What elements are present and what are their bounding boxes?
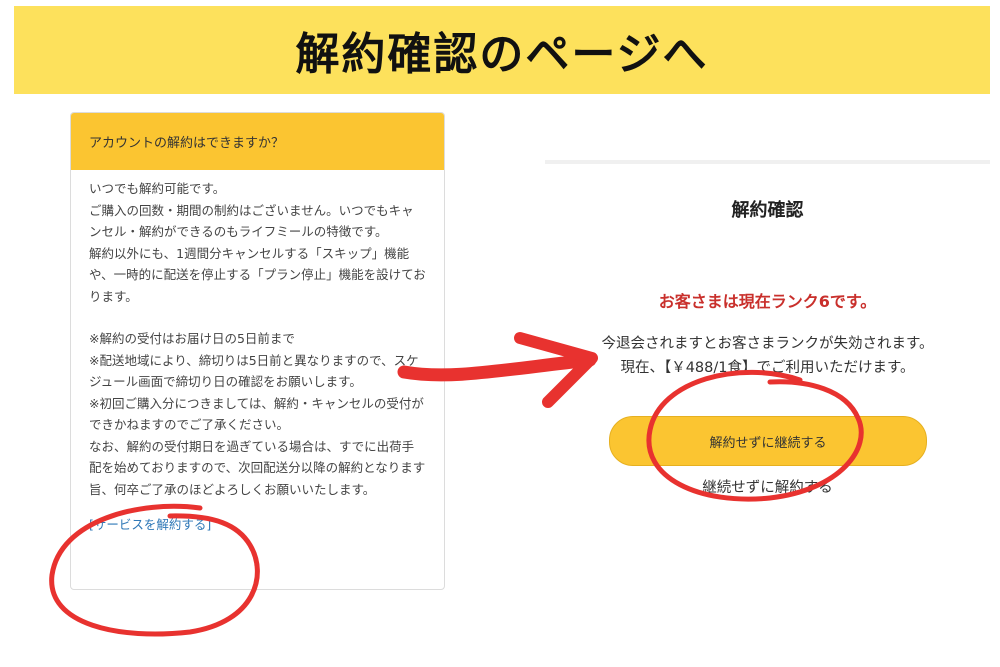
faq-paragraph-1: いつでも解約可能です。 ご購入の回数・期間の制約はございません。いつでもキャンセ… [89,181,426,304]
expire-message-line-1: 今退会されますとお客さまランクが失効されます。 [601,336,934,352]
cancel-service-link[interactable]: [サービスを解約する] [89,514,211,536]
faq-gap [89,307,426,328]
expire-message: 今退会されますとお客さまランクが失効されます。 現在、【￥488/1食】でご利用… [545,332,990,380]
faq-card: アカウントの解約はできますか？ いつでも解約可能です。 ご購入の回数・期間の制約… [70,112,445,590]
expire-message-line-2: 現在、【￥488/1食】でご利用いただけます。 [620,360,915,376]
rank-message: お客さまは現在ランク6です。 [658,292,877,311]
banner: 解約確認のページへ [14,6,990,94]
faq-paragraph-2: ※解約の受付はお届け日の5日前まで ※配送地域により、締切りは5日前と異なります… [89,331,426,497]
faq-question: アカウントの解約はできますか？ [71,113,444,170]
cancel-subscription-link[interactable]: 継続せずに解約する [545,476,990,497]
cancel-confirm-panel: 解約確認 お客さまは現在ランク6です。 今退会されますとお客さまランクが失効され… [545,160,990,584]
page-title: 解約確認 [731,200,804,221]
faq-answer: いつでも解約可能です。 ご購入の回数・期間の制約はございません。いつでもキャンセ… [71,170,444,536]
continue-button[interactable]: 解約せずに継続する [609,416,927,466]
banner-title: 解約確認のページへ [295,29,709,80]
